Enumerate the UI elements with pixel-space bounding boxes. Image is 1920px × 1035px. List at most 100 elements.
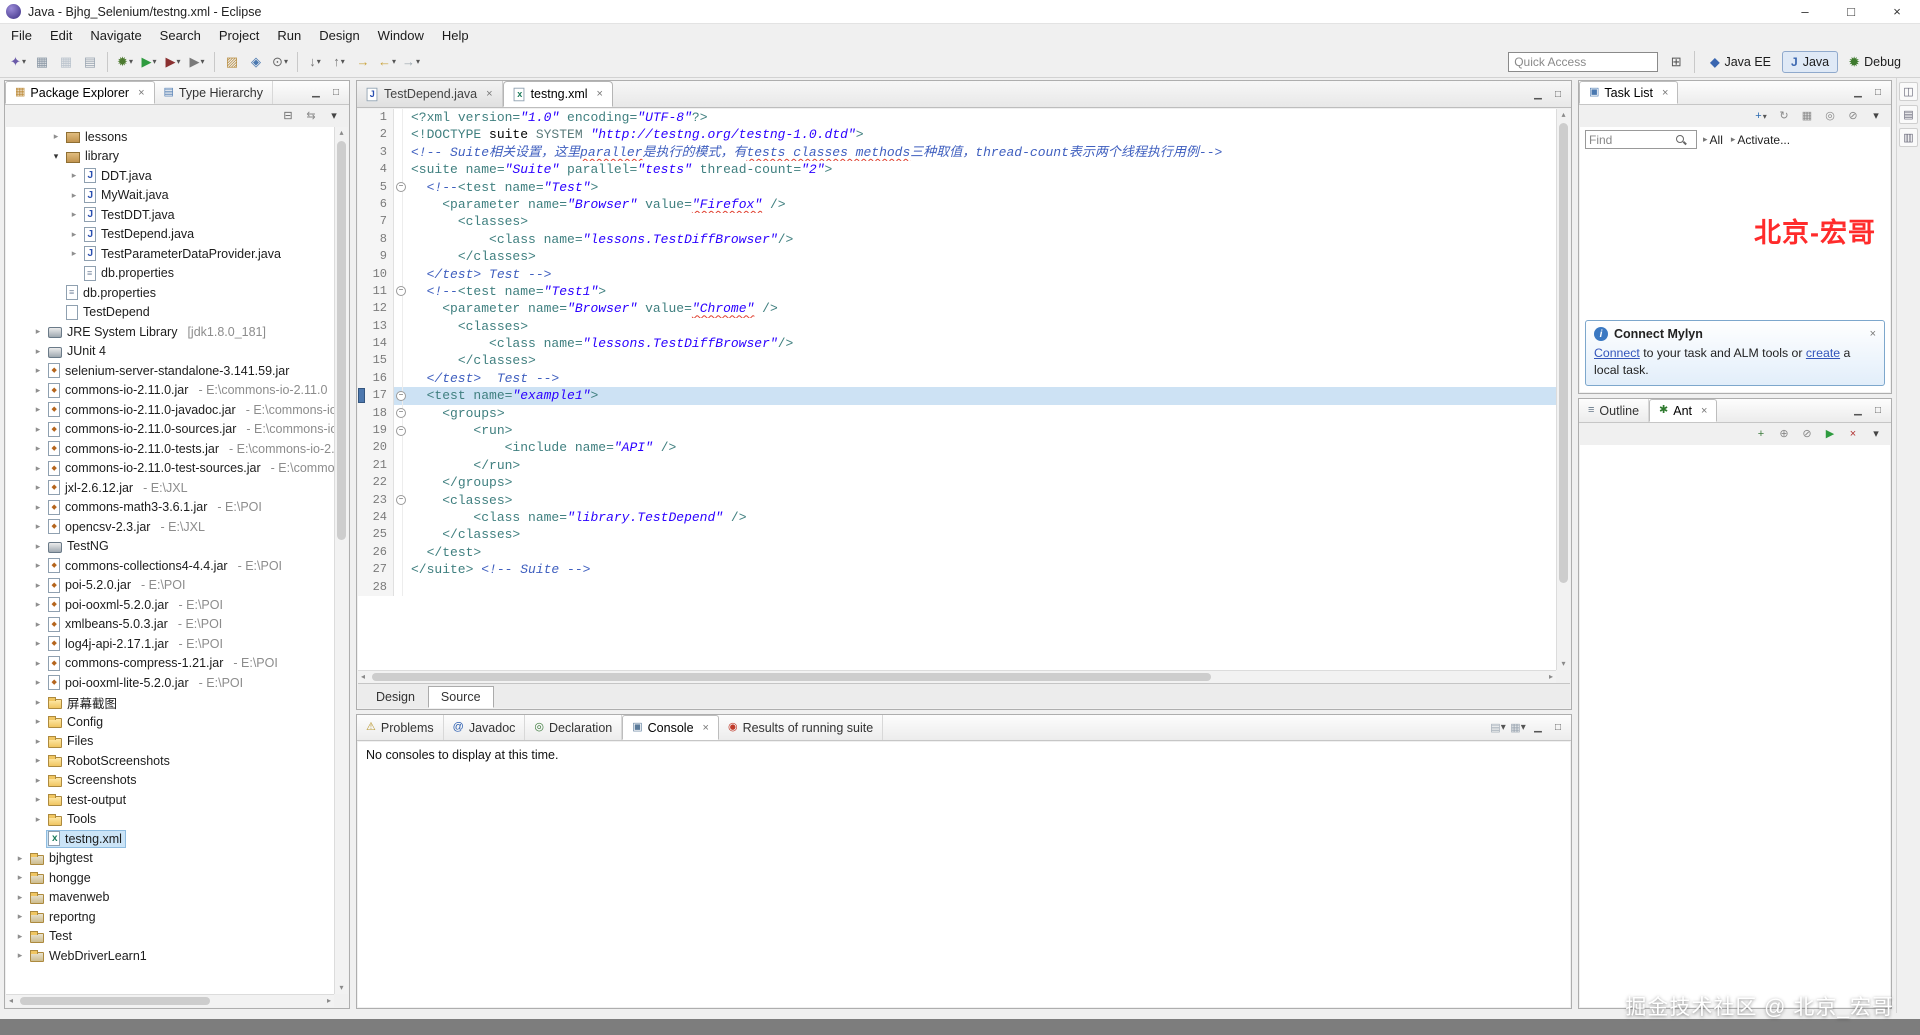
menu-file[interactable]: File <box>2 25 41 46</box>
tree-item-label-box[interactable]: JUnit 4 <box>46 342 110 360</box>
page-tab-design[interactable]: Design <box>363 686 428 708</box>
code-line-14[interactable]: 14 <class name="lessons.TestDiffBrowser"… <box>358 335 1556 353</box>
tree-item-commons-compress-1-21-jar[interactable]: ▸ commons-compress-1.21.jar - E:\POI <box>6 654 334 674</box>
tree-item-commons-math3-3-6-1-jar[interactable]: ▸ commons-math3-3.6.1.jar - E:\POI <box>6 498 334 518</box>
tree-item-test[interactable]: ▸ Test <box>6 927 334 947</box>
minimized-view-3-button[interactable]: ▥ <box>1899 128 1918 147</box>
editor-horizontal-scrollbar[interactable]: ◂ ▸ <box>358 670 1556 683</box>
tree-item-hongge[interactable]: ▸ hongge <box>6 868 334 888</box>
dropdown-arrow-icon[interactable]: ▾ <box>176 57 180 66</box>
minimized-view-2-button[interactable]: ▤ <box>1899 105 1918 124</box>
explorer-vertical-scrollbar[interactable]: ▴ ▾ <box>334 127 348 994</box>
maximize-view-button[interactable]: □ <box>1549 719 1567 737</box>
tree-item-selenium-server-standalone-3-141-59-jar[interactable]: ▸ selenium-server-standalone-3.141.59.jar <box>6 361 334 381</box>
previous-annotation-button[interactable]: ↑ ▾ <box>328 50 350 74</box>
line-number[interactable]: 9 <box>358 248 394 266</box>
editor-hscroll-thumb[interactable] <box>372 673 1211 681</box>
line-number[interactable]: 13 <box>358 317 394 336</box>
code-line-11[interactable]: 11− <!--<test name="Test1"> <box>358 282 1556 301</box>
line-number[interactable]: 24 <box>358 508 394 527</box>
find-input[interactable] <box>1589 132 1675 147</box>
close-icon[interactable]: × <box>703 722 709 734</box>
tree-item-label-box[interactable]: TestDepend.java <box>82 225 198 243</box>
code-line-2[interactable]: 2 <!DOCTYPE suite SYSTEM "http://testng.o… <box>358 126 1556 145</box>
page-tab-source[interactable]: Source <box>427 686 494 708</box>
expand-arrow-icon[interactable]: ▸ <box>30 580 46 591</box>
tree-item-label-box[interactable]: poi-ooxml-lite-5.2.0.jar <box>46 674 193 692</box>
expand-arrow-icon[interactable]: ▸ <box>30 619 46 630</box>
tree-item-label-box[interactable]: db.properties <box>64 284 160 302</box>
find-link-all[interactable]: ▸ All <box>1703 133 1723 147</box>
new-java-project-button[interactable]: ▨ <box>221 50 243 74</box>
close-icon[interactable]: × <box>1870 328 1876 340</box>
code-line-4[interactable]: 4 <suite name="Suite" parallel="tests" th… <box>358 161 1556 179</box>
tree-item-config[interactable]: ▸ Config <box>6 712 334 732</box>
scroll-right-icon[interactable]: ▸ <box>1549 672 1553 681</box>
fold-collapse-icon[interactable]: − <box>396 182 406 193</box>
tree-item-testdepend-java[interactable]: ▸ TestDepend.java <box>6 225 334 245</box>
tree-item-commons-io-2-11-0-tests-jar[interactable]: ▸ commons-io-2.11.0-tests.jar - E:\commons… <box>6 439 334 459</box>
quick-access-input[interactable] <box>1508 51 1659 72</box>
tree-item-testdepend[interactable]: TestDepend <box>6 303 334 323</box>
close-icon[interactable]: × <box>1701 405 1707 417</box>
menu-help[interactable]: Help <box>433 25 478 46</box>
code-line-20[interactable]: 20 <include name="API" /> <box>358 439 1556 458</box>
synchronize-button[interactable]: ↻ <box>1775 107 1793 125</box>
perspective-java-ee[interactable]: ◆ Java EE <box>1701 51 1780 73</box>
expand-arrow-icon[interactable]: ▸ <box>30 716 46 727</box>
forward-button[interactable]: → ▾ <box>400 50 422 74</box>
menu-search[interactable]: Search <box>151 25 210 46</box>
tree-item-label-box[interactable]: JRE System Library <box>46 323 181 341</box>
tree-item-lessons[interactable]: ▸ lessons <box>6 127 334 147</box>
tree-item-robotscreenshots[interactable]: ▸ RobotScreenshots <box>6 751 334 771</box>
tree-item-testng-xml[interactable]: testng.xml <box>6 829 334 849</box>
line-number[interactable]: 25 <box>358 526 394 544</box>
tree-item-label-box[interactable]: Tools <box>46 810 100 828</box>
tree-item-label-box[interactable]: commons-io-2.11.0-tests.jar <box>46 440 223 458</box>
tree-item-label-box[interactable]: Test <box>28 927 76 945</box>
expand-arrow-icon[interactable]: ▸ <box>30 404 46 415</box>
link-create[interactable]: create <box>1806 346 1840 360</box>
expand-arrow-icon[interactable]: ▸ <box>30 463 46 474</box>
tree-item-label-box[interactable]: TestNG <box>46 537 113 555</box>
code-line-12[interactable]: 12 <parameter name="Browser" value="Chro… <box>358 300 1556 319</box>
tree-item-label-box[interactable]: commons-compress-1.21.jar <box>46 654 227 672</box>
close-window-button[interactable]: × <box>1874 0 1920 23</box>
tree-item-label-box[interactable]: commons-collections4-4.4.jar <box>46 557 232 575</box>
code-line-21[interactable]: 21 </run> <box>358 456 1556 475</box>
back-button[interactable]: ← ▾ <box>376 50 398 74</box>
line-number[interactable]: 8 <box>358 230 394 249</box>
tree-item-commons-io-2-11-0-javadoc-jar[interactable]: ▸ commons-io-2.11.0-javadoc.jar - E:\commo… <box>6 400 334 420</box>
tree-item-label-box[interactable]: Config <box>46 713 107 731</box>
tree-item-label-box[interactable]: testng.xml <box>46 829 126 848</box>
code-line-26[interactable]: 26 </test> <box>358 543 1556 562</box>
code-line-23[interactable]: 23− <classes> <box>358 491 1556 510</box>
expand-arrow-icon[interactable]: ▸ <box>30 326 46 337</box>
tree-item-reportng[interactable]: ▸ reportng <box>6 907 334 927</box>
tree-item-label-box[interactable]: TestParameterDataProvider.java <box>82 245 285 263</box>
run-coverage-button[interactable]: ▶ ▾ <box>162 50 184 74</box>
close-icon[interactable]: × <box>597 88 603 100</box>
tree-item-commons-io-2-11-0-test-sources-jar[interactable]: ▸ commons-io-2.11.0-test-sources.jar - E:\… <box>6 459 334 479</box>
expand-arrow-icon[interactable]: ▸ <box>30 814 46 825</box>
expand-arrow-icon[interactable]: ▸ <box>30 697 46 708</box>
tab-type-hierarchy[interactable]: ▤ Type Hierarchy <box>155 81 273 104</box>
next-annotation-button[interactable]: ↓ ▾ <box>304 50 326 74</box>
maximize-view-button[interactable]: □ <box>1869 84 1887 102</box>
line-number[interactable]: 20 <box>358 439 394 457</box>
minimize-view-button[interactable]: ▁ <box>307 84 325 102</box>
expand-arrow-icon[interactable]: ▸ <box>66 170 82 181</box>
menu-design[interactable]: Design <box>310 25 368 46</box>
code-line-5[interactable]: 5− <!--<test name="Test"> <box>358 178 1556 197</box>
tree-item-junit-4[interactable]: ▸ JUnit 4 <box>6 342 334 362</box>
line-number[interactable]: 2 <box>358 126 394 144</box>
expand-arrow-icon[interactable]: ▸ <box>30 346 46 357</box>
line-number[interactable]: 10 <box>358 265 394 283</box>
tree-item-label-box[interactable]: xmlbeans-5.0.3.jar <box>46 615 172 633</box>
tree-item-tools[interactable]: ▸ Tools <box>6 810 334 830</box>
tab-testdepend-java[interactable]: TestDepend.java × <box>357 81 503 107</box>
tree-item-label-box[interactable]: test-output <box>46 791 130 809</box>
perspective-debug[interactable]: ✹ Debug <box>1840 51 1910 73</box>
dropdown-arrow-icon[interactable]: ▾ <box>317 57 321 66</box>
dropdown-arrow-icon[interactable]: ▾ <box>1521 722 1526 733</box>
